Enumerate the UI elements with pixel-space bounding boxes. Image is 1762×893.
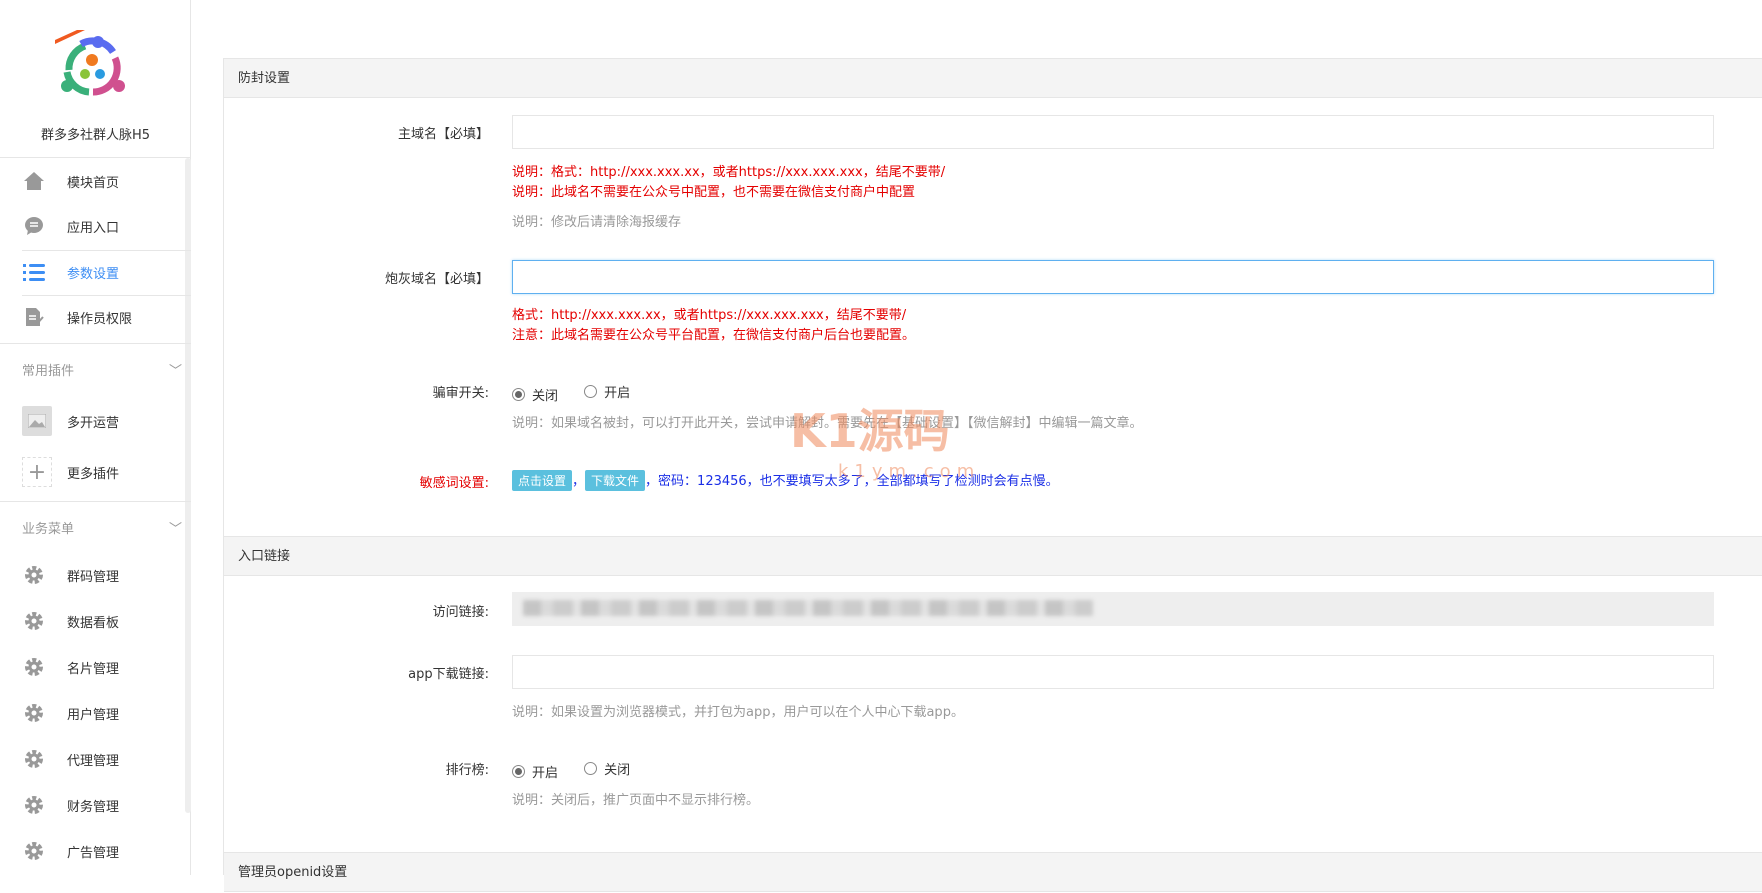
section-header-entry-links: 入口链接 xyxy=(224,536,1762,576)
gear-icon xyxy=(23,748,45,770)
review-switch-radio-group: 关闭 开启 xyxy=(512,382,652,404)
edit-doc-icon xyxy=(23,306,45,328)
sidebar-scrollbar[interactable] xyxy=(185,158,191,813)
main-content: 防封设置 主域名【必填】 说明：格式：http://xxx.xxx.xx，或者h… xyxy=(223,58,1762,892)
app-download-link-label: app下载链接: xyxy=(408,667,489,682)
sidebar-item-business-1[interactable]: 数据看板 xyxy=(0,601,185,641)
sidebar-item-business-6[interactable]: 广告管理 xyxy=(0,831,185,871)
radio-review-on[interactable]: 开启 xyxy=(584,382,630,401)
main-domain-note-cache: 说明：修改后请清除海报缓存 xyxy=(512,215,682,230)
cannon-domain-note-format: 格式：http://xxx.xxx.xx，或者https://xxx.xxx.x… xyxy=(512,308,907,323)
main-domain-note-format: 说明：格式：http://xxx.xxx.xx，或者https://xxx.xx… xyxy=(512,165,946,180)
gear-icon xyxy=(23,702,45,724)
gear-icon xyxy=(23,794,45,816)
review-switch-note: 说明：如果域名被封，可以打开此开关，尝试申请解封。需要先在【基础设置】【微信解封… xyxy=(512,416,1143,431)
review-switch-label: 骗审开关: xyxy=(432,386,489,401)
gear-icon xyxy=(23,840,45,862)
ranking-radio-group: 开启 关闭 xyxy=(512,759,652,781)
sidebar-item-module-home[interactable]: 模块首页 xyxy=(0,161,185,201)
sidebar-item-multi-operation[interactable]: 多开运营 xyxy=(0,401,185,441)
app-logo xyxy=(55,30,129,104)
sidebar-item-business-3[interactable]: 用户管理 xyxy=(0,693,185,733)
app-download-link-note: 说明：如果设置为浏览器模式，并打包为app，用户可以在个人中心下载app。 xyxy=(512,705,964,720)
list-icon xyxy=(23,261,45,283)
home-icon xyxy=(23,170,45,192)
sidebar-item-parameter-settings[interactable]: 参数设置 xyxy=(0,252,185,292)
sidebar-item-business-2[interactable]: 名片管理 xyxy=(0,647,185,687)
redacted-link xyxy=(523,600,1093,616)
click-settings-button[interactable]: 点击设置 xyxy=(512,470,573,491)
main-domain-note-config: 说明：此域名不需要在公众号中配置，也不需要在微信支付商户中配置 xyxy=(512,185,916,200)
gear-icon xyxy=(23,564,45,586)
sensitive-words-label: 敏感词设置: xyxy=(419,476,489,491)
sidebar-item-app-entry[interactable]: 应用入口 xyxy=(0,206,185,246)
sidebar-item-operator-permissions[interactable]: 操作员权限 xyxy=(0,297,185,337)
radio-review-off[interactable]: 关闭 xyxy=(512,385,558,404)
ranking-label: 排行榜: xyxy=(445,763,489,778)
chat-icon xyxy=(23,215,45,237)
sidebar-item-business-5[interactable]: 财务管理 xyxy=(0,785,185,825)
group-common-plugins[interactable]: 常用插件 ﹀ xyxy=(22,360,182,379)
sidebar-item-business-4[interactable]: 代理管理 xyxy=(0,739,185,779)
sensitive-words-row: 点击设置，下载文件 ，密码：123456，也不要填写太多了，全部都填写了检测时会有… xyxy=(512,470,1059,491)
gear-icon xyxy=(23,610,45,632)
cannon-domain-input[interactable] xyxy=(512,260,1714,294)
app-download-link-input[interactable] xyxy=(512,655,1714,689)
section-header-admin-openid: 管理员openid设置 xyxy=(224,852,1762,892)
image-icon xyxy=(22,406,52,436)
visit-link-label: 访问链接: xyxy=(432,605,489,620)
cannon-domain-note-config: 注意：此域名需要在公众号平台配置，在微信支付商户后台也要配置。 xyxy=(512,328,916,343)
radio-ranking-on[interactable]: 开启 xyxy=(512,762,558,781)
chevron-down-icon: ﹀ xyxy=(168,522,182,537)
app-title: 群多多社群人脉H5 xyxy=(40,128,151,143)
cannon-domain-label: 炮灰域名【必填】 xyxy=(384,272,489,287)
chevron-down-icon: ﹀ xyxy=(168,364,182,379)
sidebar-item-more-plugins[interactable]: + 更多插件 xyxy=(0,452,185,492)
main-domain-input[interactable] xyxy=(512,115,1714,149)
sidebar: 群多多社群人脉H5 模块首页 应用入口 参数设置 操作员权限 常用插件 ﹀ 多开运… xyxy=(0,0,191,875)
radio-ranking-off[interactable]: 关闭 xyxy=(584,759,630,778)
sensitive-words-note: ，密码：123456，也不要填写太多了，全部都填写了检测时会有点慢。 xyxy=(645,474,1059,489)
visit-link-field[interactable] xyxy=(512,592,1714,626)
ranking-note: 说明：关闭后，推广页面中不显示排行榜。 xyxy=(512,793,760,808)
section-header-anti-block: 防封设置 xyxy=(224,58,1762,98)
plus-icon: + xyxy=(22,457,52,487)
group-business-menu[interactable]: 业务菜单 ﹀ xyxy=(22,518,182,537)
gear-icon xyxy=(23,656,45,678)
main-domain-label: 主域名【必填】 xyxy=(397,127,489,142)
sidebar-item-business-0[interactable]: 群码管理 xyxy=(0,555,185,595)
download-file-button[interactable]: 下载文件 xyxy=(585,470,646,491)
